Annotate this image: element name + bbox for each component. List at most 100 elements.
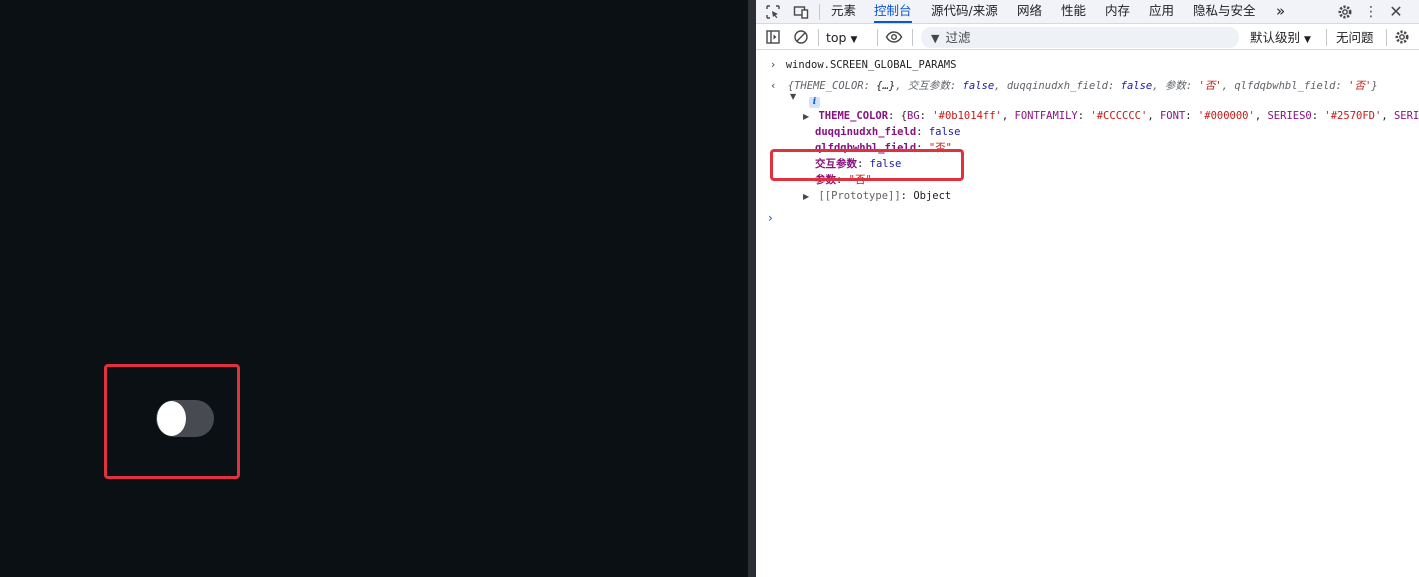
console-input-line: › window.SCREEN_GLOBAL_PARAMS [771,58,956,72]
comma: , [1001,110,1015,122]
expand-row: ▼ [790,89,796,104]
property-row: duqqinudxh_field: false [815,125,960,139]
summary-colon: : [949,80,963,92]
chevron-down-icon: ▼ [850,35,858,45]
more-tabs-chevron-icon[interactable]: » [1276,0,1285,23]
page-viewport [0,0,748,577]
collapsed-triangle-icon[interactable]: ▶ [803,112,809,121]
console-result-summary[interactable]: ‹ {THEME_COLOR: {…}, 交互参数: false, duqqin… [771,79,1378,93]
prototype-key: [[Prototype]] [818,190,901,202]
colon: : [888,110,901,122]
summary-value: '否' [1198,80,1222,92]
comma: , [1147,110,1160,122]
toolbar-separator [818,29,819,46]
settings-gear-icon[interactable] [1335,2,1355,22]
live-expression-eye-icon[interactable] [884,27,904,47]
summary-key: qlfdqbwhbl_field [1234,80,1336,92]
summary-key: 参数 [1164,80,1186,92]
summary-colon: : [1335,80,1349,92]
devtools-splitter[interactable] [748,0,756,577]
tab-performance[interactable]: 性能 [1061,0,1086,23]
colon: : [919,110,933,122]
console-input-text: window.SCREEN_GLOBAL_PARAMS [785,59,957,71]
property-value: false [928,126,961,138]
expanded-triangle-icon[interactable]: ▼ [790,92,796,101]
summary-comma: , [895,80,908,92]
context-select[interactable]: top ▼ [826,27,857,48]
log-levels-select[interactable]: 默认级别 ▼ [1250,27,1311,48]
summary-value: false [962,80,995,92]
context-select-value: top [826,30,847,45]
console-prompt[interactable]: › [768,211,773,226]
summary-colon: : [1107,80,1121,92]
collapsed-triangle-icon[interactable]: ▶ [803,192,809,201]
colon: : [1077,110,1091,122]
close-devtools-icon[interactable]: ✕ [1386,2,1406,22]
summary-key: THEME_COLOR [794,80,864,92]
summary-brace-close: } [1371,80,1378,92]
comma: , [1381,110,1394,122]
colon: : [900,190,914,202]
nested-value: '#0b1014ff' [932,110,1002,122]
filter-input[interactable]: ▼ 过滤 [921,27,1239,48]
console-toolbar: top ▼ ▼ 过滤 默认级别 ▼ 无问题 [756,25,1419,50]
property-highlight-box [770,149,964,181]
devtools-panel: 元素 控制台 源代码/来源 网络 性能 内存 应用 隐私与安全 » ⋮ ✕ to… [756,0,1419,577]
issues-counter[interactable]: 无问题 [1336,27,1374,48]
tab-memory[interactable]: 内存 [1105,0,1130,23]
prototype-value: Object [913,190,952,202]
log-levels-label: 默认级别 [1250,30,1301,45]
more-options-icon[interactable]: ⋮ [1361,2,1381,22]
toggle-switch[interactable] [156,400,214,437]
tab-elements[interactable]: 元素 [831,0,856,23]
info-row: i [809,94,820,108]
tab-application[interactable]: 应用 [1149,0,1174,23]
summary-comma: , [1152,80,1165,92]
inspect-element-icon[interactable] [763,2,783,22]
console-output: › window.SCREEN_GLOBAL_PARAMS ‹ {THEME_C… [756,51,1419,577]
result-arrow-icon: ‹ [771,79,776,92]
colon: : [916,126,929,138]
nested-key: FONT [1159,110,1186,122]
summary-value: {…} [876,80,896,92]
property-key: duqqinudxh_field [815,126,917,138]
devtools-tabbar: 元素 控制台 源代码/来源 网络 性能 内存 应用 隐私与安全 » ⋮ ✕ [756,0,1419,24]
device-toolbar-icon[interactable] [791,2,811,22]
toolbar-separator [877,29,878,46]
toolbar-separator [1326,29,1327,46]
theme-color-row[interactable]: ▶ THEME_COLOR: {BG: '#0b1014ff', FONTFAM… [803,109,1419,124]
summary-comma: , [994,80,1007,92]
summary-colon: : [863,80,877,92]
toolbar-separator [912,29,913,46]
summary-colon: : [1185,80,1199,92]
filter-placeholder: 过滤 [945,30,971,45]
summary-comma: , [1221,80,1235,92]
property-key: THEME_COLOR [818,110,889,122]
colon: : [1185,110,1198,122]
input-chevron-icon: › [771,58,776,71]
prototype-row[interactable]: ▶ [[Prototype]]: Object [803,189,951,204]
nested-key: FONTFAMILY [1014,110,1078,122]
nested-value: '#2570FD' [1324,110,1382,122]
toolbar-separator [1386,29,1387,46]
summary-value: false [1120,80,1153,92]
summary-key: duqqinudxh_field [1006,80,1108,92]
tab-network[interactable]: 网络 [1017,0,1042,23]
summary-key: 交互参数 [907,80,950,92]
colon: : [1311,110,1325,122]
nested-value: '#CCCCCC' [1090,110,1148,122]
tab-privacy-security[interactable]: 隐私与安全 [1193,0,1256,23]
prompt-chevron-icon: › [768,211,773,225]
info-icon[interactable]: i [809,97,820,108]
toggle-knob[interactable] [157,401,186,436]
summary-value: '否' [1348,80,1372,92]
tab-console[interactable]: 控制台 [874,0,912,23]
clear-console-icon[interactable] [791,27,811,47]
tab-sources[interactable]: 源代码/来源 [931,0,998,23]
tabbar-separator [819,4,820,20]
sidebar-toggle-icon[interactable] [763,27,783,47]
nested-key: SERI [1393,110,1419,122]
chevron-down-icon: ▼ [1304,35,1311,45]
console-settings-gear-icon[interactable] [1392,27,1412,47]
nested-key: SERIES0 [1267,110,1312,122]
